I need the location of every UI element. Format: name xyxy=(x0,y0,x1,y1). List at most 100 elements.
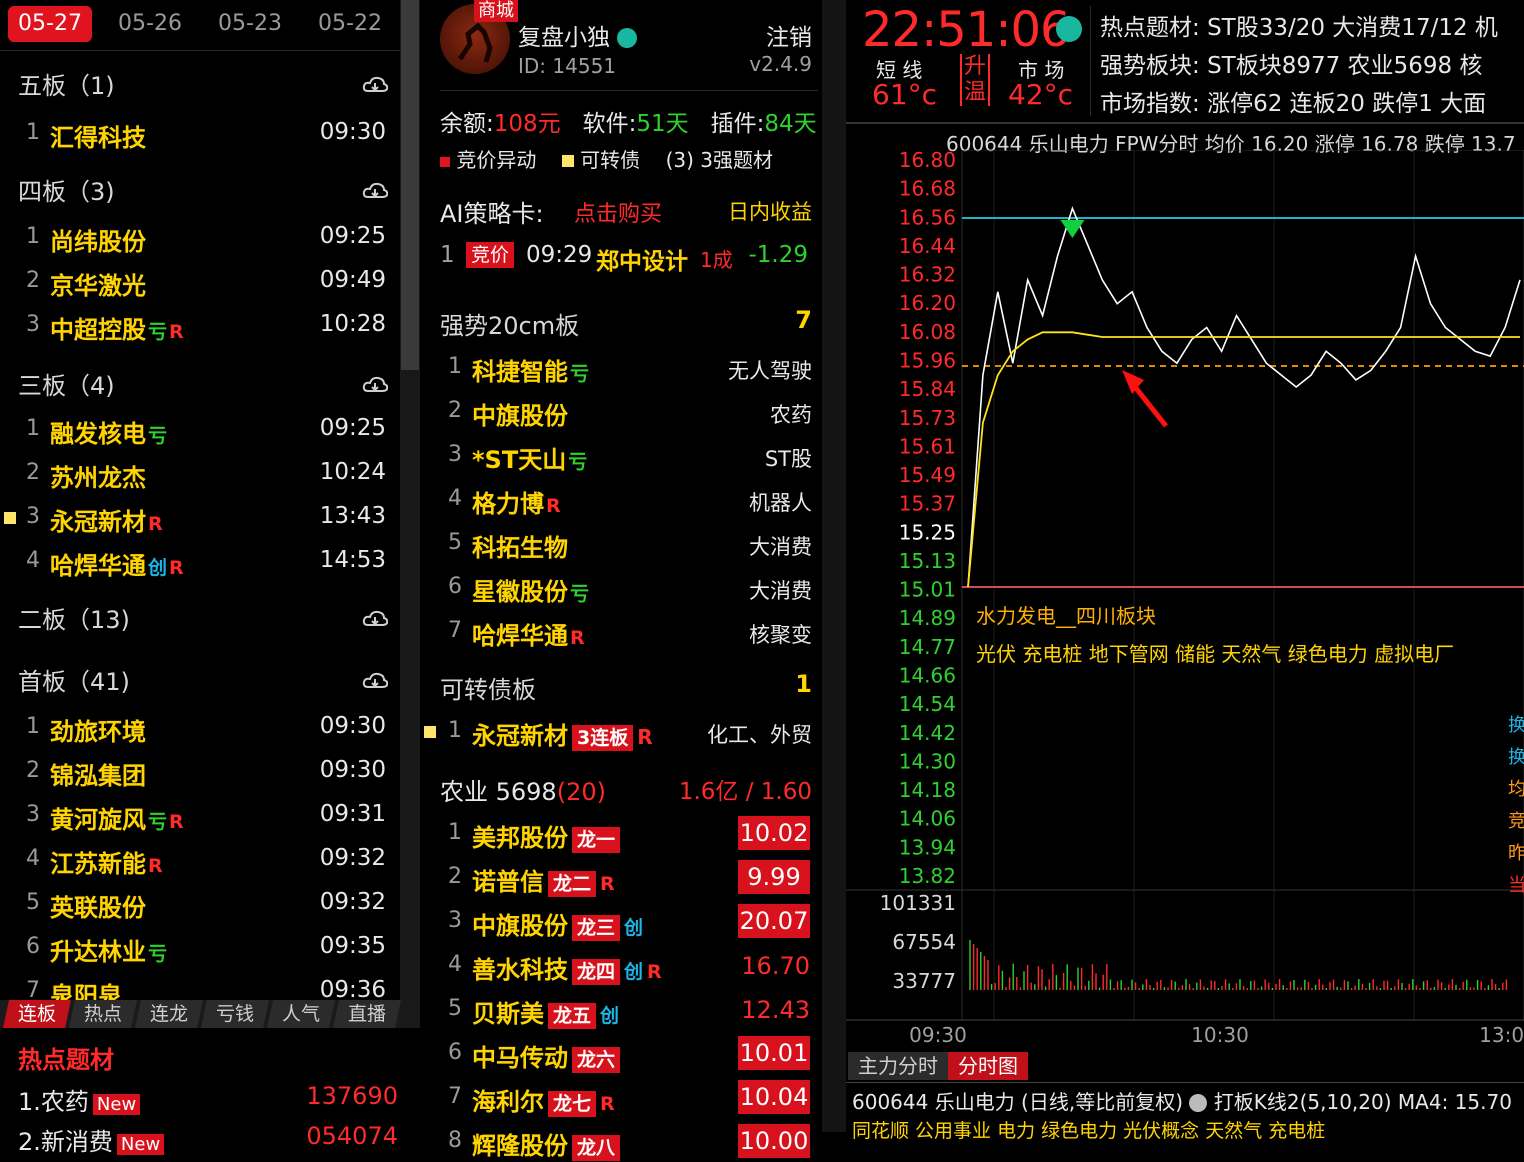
tab-1[interactable]: 热点 xyxy=(69,1000,137,1028)
agri-row[interactable]: 1 美邦股份 龙一 10.02 xyxy=(420,814,818,854)
stock-row[interactable]: 4 江苏新能 R 09:32 xyxy=(0,840,400,880)
intraday-chart[interactable]: 16.80 16.68 16.56 16.44 16.32 16.20 16.08 15.96… xyxy=(846,150,1524,1050)
price-tick: 15.61 xyxy=(899,434,956,458)
stock-name: 苏州龙杰 xyxy=(50,464,146,492)
strong20-row[interactable]: 6 星徽股份亏大消费 xyxy=(420,568,818,608)
agri-row[interactable]: 6 中马传动 龙六 10.01 xyxy=(420,1034,818,1074)
strong20-row[interactable]: 1 科捷智能亏无人驾驶 xyxy=(420,348,818,388)
stock-name: 汇得科技 xyxy=(50,124,146,152)
stock-name: 中旗股份 xyxy=(472,912,568,940)
date-tab-05-26[interactable]: 05-26 xyxy=(108,6,192,42)
stock-row[interactable]: 1 尚纬股份 09:25 xyxy=(0,218,400,258)
cloud-icon[interactable] xyxy=(362,670,389,690)
stock-row[interactable]: 3 黄河旋风亏 R 09:31 xyxy=(0,796,400,836)
legend-row: 竞价异动 可转债 (3) 3强题材 xyxy=(440,144,773,173)
group-title[interactable]: 二板（13) xyxy=(18,600,130,635)
ai-buy-link[interactable]: 点击购买 xyxy=(574,196,662,228)
tab-4[interactable]: 人气 xyxy=(267,1000,335,1028)
stock-row[interactable]: 3 永冠新材 R 13:43 xyxy=(0,498,400,538)
stock-tag: R xyxy=(600,1093,615,1115)
tab-main-flow[interactable]: 主力分时 xyxy=(848,1052,948,1080)
stock-row[interactable]: 1 劲旅环境 09:30 xyxy=(0,708,400,748)
agri-row[interactable]: 5 贝斯美 龙五创 12.43 xyxy=(420,990,818,1030)
agri-row[interactable]: 7 海利尔 龙七 R 10.04 xyxy=(420,1078,818,1118)
clock: 22:51:06 xyxy=(862,2,1071,58)
cb-row[interactable]: 1 永冠新材 3连板 R 化工、外贸 xyxy=(420,712,818,752)
tab-5[interactable]: 直播 xyxy=(333,1000,401,1028)
stock-row[interactable]: 1 汇得科技 09:30 xyxy=(0,114,400,154)
price-tick: 14.06 xyxy=(899,807,956,831)
price-tick: 15.49 xyxy=(899,463,956,487)
stock-name: 科拓生物 xyxy=(472,534,568,562)
sector-title: 水力发电__四川板块 xyxy=(976,604,1156,628)
pct-change: 10.01 xyxy=(738,1036,810,1070)
stock-tag: R xyxy=(148,513,163,535)
info-icon[interactable] xyxy=(1189,1094,1208,1112)
date-tab-05-22[interactable]: 05-22 xyxy=(308,6,392,42)
stock-row[interactable]: 3 中超控股亏 R 10:28 xyxy=(0,306,400,346)
tab-2[interactable]: 连龙 xyxy=(135,1000,203,1028)
strong20-row[interactable]: 3 *ST天山亏 ST股 xyxy=(420,436,818,476)
strong20-row[interactable]: 5 科拓生物 大消费 xyxy=(420,524,818,564)
cloud-icon[interactable] xyxy=(362,374,389,394)
stock-row[interactable]: 4 哈焊华通创 R 14:53 xyxy=(0,542,400,582)
stock-row[interactable]: 2 苏州龙杰 10:24 xyxy=(0,454,400,494)
scrollbar-thumb[interactable] xyxy=(401,0,419,370)
limit-time: 10:28 xyxy=(319,311,386,337)
tab-3[interactable]: 亏钱 xyxy=(201,1000,269,1028)
stock-tag: R xyxy=(570,627,585,649)
price-tick: 14.89 xyxy=(899,606,956,630)
price-tick: 14.18 xyxy=(899,778,956,802)
ai-signal-row[interactable]: 1 竞价 09:29 郑中设计 1成 -1.29 xyxy=(420,240,818,276)
sync-icon[interactable] xyxy=(1056,16,1082,42)
cloud-icon[interactable] xyxy=(362,74,389,94)
stock-row[interactable]: 5 英联股份 09:32 xyxy=(0,884,400,924)
stock-tag: R xyxy=(148,855,163,877)
strong20-row[interactable]: 2 中旗股份 农药 xyxy=(420,392,818,432)
strong20-row[interactable]: 4 格力博 R 机器人 xyxy=(420,480,818,520)
agri-row[interactable]: 4 善水科技 龙四创 R 16.70 xyxy=(420,946,818,986)
stock-tag: 亏 xyxy=(148,811,168,833)
strategy-panel: 商城 复盘小独 ID: 14551 注销 v2.4.9 余额:108元 软件:5… xyxy=(420,0,822,1161)
group-title[interactable]: 首板（41) xyxy=(18,662,130,697)
kline-header: 600644 乐山电力 (日线,等比前复权) 打板K线2(5,10,20) MA… xyxy=(852,1090,1512,1114)
dragon-badge: 龙二 xyxy=(548,871,597,897)
group-title[interactable]: 四板（3) xyxy=(18,172,115,207)
stock-row[interactable]: 2 锦泓集团 09:30 xyxy=(0,752,400,792)
cloud-icon[interactable] xyxy=(362,608,389,628)
stock-tag: 亏 xyxy=(568,451,588,473)
row-index: 4 xyxy=(26,846,40,871)
stock-row[interactable]: 2 京华激光 09:49 xyxy=(0,262,400,302)
limit-time: 14:53 xyxy=(319,547,386,573)
market-index-line: 市场指数: 涨停62 连板20 跌停1 大面 xyxy=(1100,91,1487,117)
pct-change: 10.00 xyxy=(738,1124,810,1158)
row-index: 3 xyxy=(26,504,40,529)
stock-name: 辉隆股份 xyxy=(472,1132,568,1160)
stock-name: 劲旅环境 xyxy=(50,718,146,746)
agri-row[interactable]: 8 辉隆股份 龙八 10.00 xyxy=(420,1122,818,1162)
agri-row[interactable]: 2 诺普信 龙二 R 9.99 xyxy=(420,858,818,898)
group-title[interactable]: 五板（1) xyxy=(18,66,115,101)
stock-tag: R xyxy=(169,811,184,833)
hot-topic-row[interactable]: 2.新消费 New 054074 xyxy=(18,1122,398,1157)
shop-badge[interactable]: 商城 xyxy=(474,0,518,22)
price-tick: 16.44 xyxy=(899,234,956,258)
stock-name: 海利尔 xyxy=(472,1088,544,1116)
stock-row[interactable]: 6 升达林业亏 09:35 xyxy=(0,928,400,968)
agri-row[interactable]: 3 中旗股份 龙三创 20.07 xyxy=(420,902,818,942)
hot-topic-row[interactable]: 1.农药 New 137690 xyxy=(18,1082,398,1117)
date-tab-05-27[interactable]: 05-27 xyxy=(8,6,92,42)
cb-count: 1 xyxy=(795,670,812,698)
cloud-icon[interactable] xyxy=(362,180,389,200)
logout-button[interactable]: 注销 xyxy=(766,18,812,52)
limit-time: 09:25 xyxy=(319,223,386,249)
stock-name: 中旗股份 xyxy=(472,402,568,430)
strong20-row[interactable]: 7 哈焊华通 R 核聚变 xyxy=(420,612,818,652)
row-index: 3 xyxy=(26,312,40,337)
limit-time: 09:49 xyxy=(319,267,386,293)
tab-0[interactable]: 连板 xyxy=(3,1000,71,1028)
date-tab-05-23[interactable]: 05-23 xyxy=(208,6,292,42)
tab-intraday[interactable]: 分时图 xyxy=(948,1052,1028,1080)
stock-row[interactable]: 1 融发核电亏 09:25 xyxy=(0,410,400,450)
group-title[interactable]: 三板（4) xyxy=(18,366,115,401)
